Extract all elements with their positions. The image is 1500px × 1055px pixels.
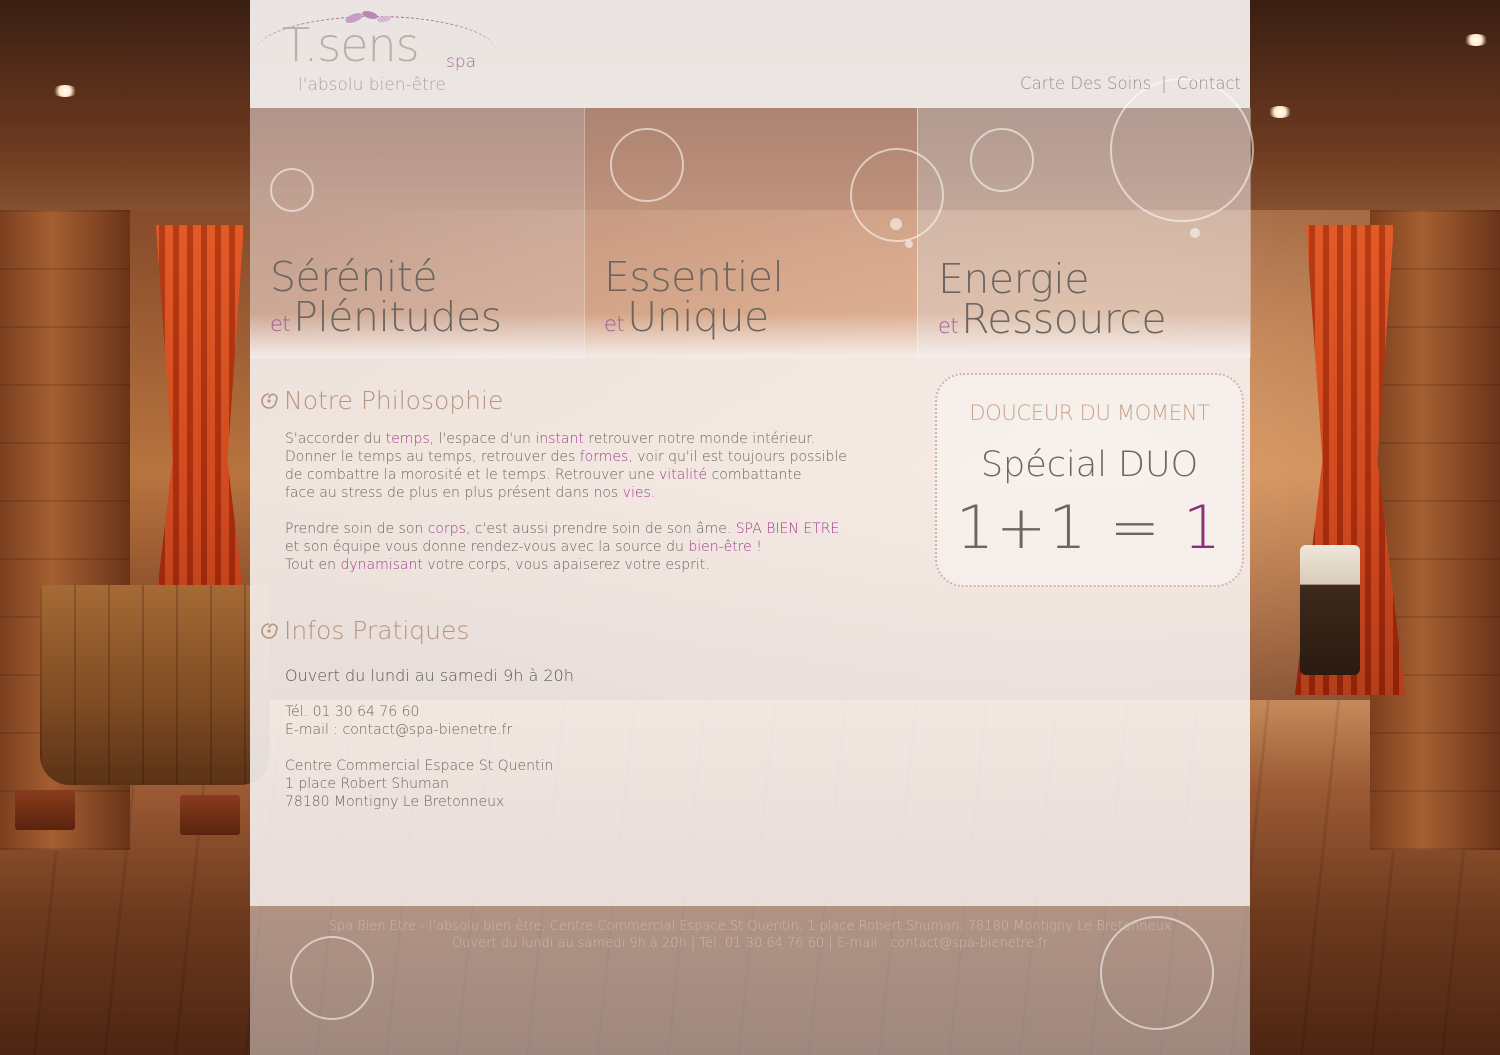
decor-swirl — [270, 168, 314, 212]
tagline-line2: etPlénitudes — [270, 297, 502, 344]
background-chest — [15, 790, 75, 830]
hero-tagline-3: Energie etRessource — [938, 259, 1167, 346]
highlight-word: bien-être ! — [688, 539, 762, 555]
swirl-icon — [261, 622, 278, 639]
promo-heading: DOUCEUR DU MOMENT — [969, 401, 1210, 425]
decor-swirl — [1110, 78, 1254, 222]
ceiling-light — [1267, 106, 1293, 118]
nav-link-carte-des-soins[interactable]: Carte Des Soins — [1020, 74, 1151, 93]
promo-equation-result: 1 — [1182, 493, 1224, 563]
text-run: de combattre la morosité et le temps. Re… — [285, 467, 660, 483]
background-massage-table — [1300, 545, 1360, 675]
footer-line-2: Ouvert du lundi au samedi 9h à 20h | Tél… — [452, 936, 1048, 951]
tagline-et: et — [270, 312, 291, 336]
decor-swirl — [970, 128, 1034, 192]
highlight-word: instant — [535, 431, 584, 447]
logo-suffix: spa — [446, 52, 477, 72]
opening-hours: Ouvert du lundi au samedi 9h à 20h — [285, 666, 574, 685]
email-address[interactable]: E-mail : contact@spa-bienetre.fr — [285, 722, 512, 738]
tagline-word: Unique — [627, 293, 769, 341]
text-run: retrouver notre monde intérieur. — [583, 431, 816, 447]
decor-dot — [890, 218, 902, 230]
content-panel: T.sens spa l'absolu bien-être Carte Des … — [250, 0, 1254, 1055]
phone-number: Tél. 01 30 64 76 60 — [285, 704, 420, 720]
section-title-text: Notre Philosophie — [284, 386, 504, 415]
site-logo[interactable]: T.sens spa l'absolu bien-être — [250, 0, 500, 100]
ceiling-light — [52, 85, 78, 97]
footer-line-1: Spa Bien Etre - l'absolu bien être, Cent… — [328, 919, 1172, 934]
text-run: combattante — [707, 467, 802, 483]
promo-title: Spécial DUO — [980, 445, 1199, 485]
logo-tagline: l'absolu bien-être — [298, 75, 446, 95]
section-title-infos: Infos Pratiques — [260, 616, 469, 645]
text-run: , voir qu'il est toujours possible — [628, 449, 847, 465]
text-run: face au stress de plus en plus présent d… — [285, 485, 623, 501]
decor-dot — [905, 240, 913, 248]
nav-link-contact[interactable]: Contact — [1177, 74, 1241, 93]
hero-tagline-1: Sérénité etPlénitudes — [270, 257, 502, 344]
address-line: Centre Commercial Espace St Quentin — [285, 758, 554, 774]
tagline-et: et — [938, 314, 959, 338]
highlight-word: vitalité — [659, 467, 708, 483]
promo-equation-left: 1+1 = — [955, 493, 1162, 563]
hero-tagline-2: Essentiel etUnique — [604, 257, 784, 344]
promo-equation: 1+1 = 1 — [937, 493, 1242, 563]
nav-separator: | — [1161, 74, 1167, 93]
background-wooden-tub — [40, 585, 270, 785]
tagline-word: Plénitudes — [293, 293, 502, 341]
background-chest — [180, 795, 240, 835]
address-line: 1 place Robert Shuman — [285, 776, 450, 792]
section-title-text: Infos Pratiques — [284, 616, 470, 645]
main-nav: Carte Des Soins | Contact — [1020, 74, 1241, 93]
text-run: Prendre soin de son — [285, 521, 428, 537]
address-line: 78180 Montigny Le Bretonneux — [285, 794, 505, 810]
tagline-et: et — [604, 312, 625, 336]
promo-box[interactable]: DOUCEUR DU MOMENT Spécial DUO 1+1 = 1 — [935, 373, 1244, 587]
highlight-word: temps — [385, 431, 430, 447]
highlight-word: dynamisant — [340, 557, 423, 573]
decor-swirl — [610, 128, 684, 202]
tagline-line2: etRessource — [938, 299, 1167, 346]
highlight-word: formes — [579, 449, 629, 465]
tagline-word: Ressource — [961, 295, 1167, 343]
logo-wordmark: T.sens — [282, 18, 420, 72]
text-run: S'accorder du — [285, 431, 386, 447]
highlight-word: vies — [622, 485, 651, 501]
decor-dot — [1190, 228, 1200, 238]
site-footer: Spa Bien Etre - l'absolu bien être, Cent… — [250, 918, 1250, 952]
highlight-word: corps — [427, 521, 466, 537]
text-run: , c'est aussi prendre soin de son âme. — [465, 521, 736, 537]
text-run: et son équipe vous donne rendez-vous ave… — [285, 539, 689, 555]
text-run: Donner le temps au temps, retrouver des — [285, 449, 580, 465]
text-run: Tout en — [285, 557, 341, 573]
ceiling-light — [1463, 34, 1489, 46]
text-run: , l'espace d'un — [429, 431, 536, 447]
philosophy-paragraph-1: S'accorder du temps, l'espace d'un insta… — [285, 430, 865, 502]
swirl-icon — [261, 392, 278, 409]
text-run: votre corps, vous apaiserez votre esprit… — [422, 557, 710, 573]
philosophy-paragraph-2: Prendre soin de son corps, c'est aussi p… — [285, 520, 865, 574]
section-title-philosophie: Notre Philosophie — [260, 386, 503, 415]
highlight-word: SPA BIEN ETRE — [735, 521, 840, 537]
tagline-line2: etUnique — [604, 297, 783, 344]
background-pillar-right — [1370, 210, 1500, 850]
text-run: . — [650, 485, 656, 501]
